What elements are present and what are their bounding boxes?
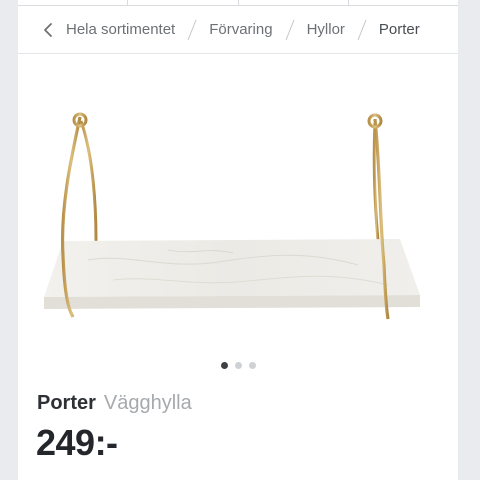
carousel-dots [18, 362, 458, 370]
chevron-left-icon [44, 22, 52, 37]
carousel-dot[interactable] [234, 362, 242, 369]
product-price: 249:- [36, 422, 118, 463]
product-name: Porter [37, 392, 96, 414]
product-title: Porter Vägghylla [37, 392, 192, 415]
slash-separator-icon [357, 19, 367, 41]
product-image[interactable] [18, 55, 458, 350]
back-button[interactable] [30, 6, 66, 53]
product-image-carousel[interactable] [18, 55, 458, 350]
breadcrumb-link-hela-sortimentet[interactable]: Hela sortimentet [66, 21, 175, 38]
carousel-dot[interactable] [248, 362, 256, 369]
carousel-dot[interactable] [220, 362, 228, 369]
slash-separator-icon [187, 19, 197, 41]
breadcrumb: Hela sortimentet Förvaring Hyllor Porter [18, 6, 458, 54]
product-type: Vägghylla [103, 392, 192, 414]
slash-separator-icon [285, 19, 295, 41]
product-page: Hela sortimentet Förvaring Hyllor Porter [18, 0, 458, 480]
breadcrumb-current-porter: Porter [378, 21, 420, 38]
breadcrumb-link-forvaring[interactable]: Förvaring [209, 21, 272, 38]
breadcrumb-link-hyllor[interactable]: Hyllor [307, 21, 345, 38]
